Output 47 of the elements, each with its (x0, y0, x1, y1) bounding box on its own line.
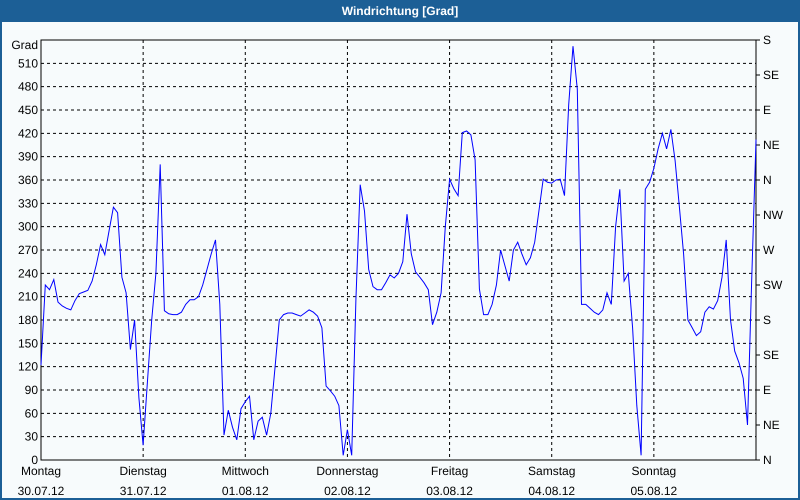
y-tick-label: 420 (18, 126, 38, 140)
direction-label: S (763, 313, 772, 327)
date-label: 04.08.12 (528, 484, 576, 498)
x-tick-label: Freitag (430, 464, 468, 478)
y-tick-label: 480 (18, 80, 38, 94)
direction-label: SE (763, 348, 780, 362)
y-tick-label: 510 (18, 56, 38, 70)
y-tick-label: 270 (18, 243, 38, 257)
date-label: 03.08.12 (426, 484, 473, 498)
y-tick-label: 360 (18, 173, 38, 187)
direction-label: E (763, 383, 772, 397)
direction-label: SE (763, 68, 780, 82)
direction-label: N (763, 173, 772, 187)
y-tick-label: 330 (18, 196, 38, 210)
x-tick-label: Samstag (528, 464, 576, 478)
date-label: 01.08.12 (222, 484, 269, 498)
window-title: Windrichtung [Grad] (340, 3, 460, 20)
y-tick-label: 180 (18, 313, 38, 327)
date-label: 05.08.12 (630, 484, 678, 498)
x-tick-label: Donnerstag (316, 464, 378, 478)
direction-label: S (763, 33, 772, 47)
y-tick-label: 300 (18, 220, 38, 234)
y-tick-label: 120 (18, 360, 38, 374)
y-tick-label: 60 (24, 406, 38, 420)
direction-label: N (763, 453, 772, 467)
y-tick-label: 90 (24, 383, 38, 397)
direction-label: SW (763, 278, 782, 292)
date-label: 31.07.12 (120, 484, 166, 498)
x-tick-label: Montag (20, 464, 62, 478)
y-tick-label: 210 (18, 290, 38, 304)
direction-label: W (763, 243, 774, 257)
x-tick-label: Mittwoch (222, 464, 269, 478)
y-tick-label: 390 (18, 150, 38, 164)
y-tick-label: 150 (18, 336, 38, 350)
x-tick-label: Sonntag (632, 464, 676, 478)
y-axis-label: Grad (11, 38, 38, 52)
direction-label: NE (763, 138, 780, 152)
x-tick-label: Dienstag (119, 464, 167, 478)
direction-label: E (763, 103, 772, 117)
y-tick-label: 240 (18, 266, 38, 280)
date-label: 30.07.12 (18, 484, 64, 498)
direction-label: NW (763, 208, 783, 222)
y-tick-label: 30 (24, 430, 38, 444)
direction-label: NE (763, 418, 780, 432)
date-label: 02.08.12 (324, 484, 371, 498)
y-tick-label: 0 (31, 453, 38, 467)
y-tick-label: 450 (18, 103, 38, 117)
